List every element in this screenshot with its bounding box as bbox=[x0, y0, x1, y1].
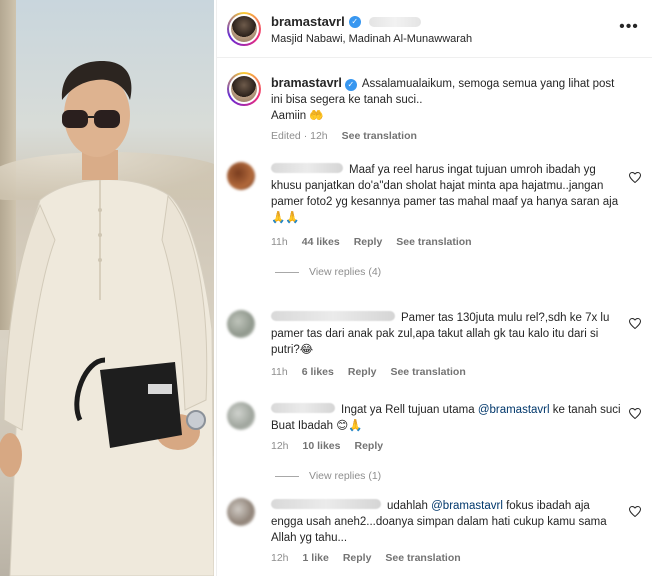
heart-outline-icon[interactable] bbox=[629, 318, 641, 329]
comment-mention-link[interactable]: @bramastavrl bbox=[431, 500, 503, 512]
verified-badge-icon: ✓ bbox=[344, 79, 357, 91]
comment-likes[interactable]: 6 likes bbox=[302, 366, 334, 378]
caption-line-1: Assalamualaikum, semoga semua yang lihat… bbox=[361, 78, 615, 90]
view-replies-button[interactable]: View replies (4) bbox=[275, 266, 381, 278]
comment-likes[interactable]: 1 like bbox=[303, 552, 329, 564]
replies-divider bbox=[275, 271, 299, 273]
author-avatar[interactable] bbox=[227, 12, 261, 46]
comment-time: 11h bbox=[271, 366, 288, 378]
view-replies-button[interactable]: View replies (1) bbox=[275, 470, 381, 482]
caption-see-translation[interactable]: See translation bbox=[342, 130, 417, 142]
instagram-post-panel: bramastavrl ✓ Masjid Nabawi, Madinah Al-… bbox=[216, 0, 652, 576]
heart-outline-icon[interactable] bbox=[629, 172, 641, 183]
comment-body: udahlah bbox=[387, 500, 432, 512]
blurred-commenter-username[interactable] bbox=[271, 403, 335, 413]
comment-reply-button[interactable]: Reply bbox=[343, 552, 372, 564]
caption-line-3: Aamiin 🤲 bbox=[271, 110, 324, 122]
comment-text: udahlah @bramastavrl fokus ibadah aja en… bbox=[271, 498, 623, 546]
post-caption: bramastavrl ✓ Assalamualaikum, semoga semu… bbox=[217, 68, 652, 148]
comment-text: Ingat ya Rell tujuan utama @bramastavrl … bbox=[271, 402, 623, 434]
comment-meta: 12h 10 likes Reply bbox=[271, 440, 383, 452]
blurred-commenter-username[interactable] bbox=[271, 163, 343, 173]
comment-time: 12h bbox=[271, 440, 289, 452]
view-replies-label: View replies (4) bbox=[309, 266, 382, 278]
commenter-avatar[interactable] bbox=[227, 402, 255, 430]
more-options-icon[interactable]: ••• bbox=[619, 19, 639, 35]
comment-text: Pamer tas 130juta mulu rel?,sdh ke 7x lu… bbox=[271, 310, 623, 358]
comment-see-translation[interactable]: See translation bbox=[385, 552, 460, 564]
comment-meta: 11h 6 likes Reply See translation bbox=[271, 366, 466, 378]
commenter-avatar[interactable] bbox=[227, 162, 255, 190]
comment-reply-button[interactable]: Reply bbox=[348, 366, 377, 378]
comment-see-translation[interactable]: See translation bbox=[396, 236, 471, 248]
blurred-commenter-username[interactable] bbox=[271, 499, 381, 509]
comment-meta: 12h 1 like Reply See translation bbox=[271, 552, 461, 564]
comment-likes[interactable]: 10 likes bbox=[303, 440, 341, 452]
comment-body: Ingat ya Rell tujuan utama bbox=[341, 404, 478, 416]
blurred-audio-tag bbox=[368, 16, 421, 27]
comment-time: 12h bbox=[271, 552, 289, 564]
man-in-white-robe-illustration bbox=[0, 61, 214, 576]
replies-divider bbox=[275, 475, 299, 477]
comment-item: Maaf ya reel harus ingat tujuan umroh ib… bbox=[217, 162, 652, 280]
caption-author-avatar[interactable] bbox=[227, 72, 261, 106]
author-username[interactable]: bramastavrl bbox=[271, 14, 345, 29]
comment-body: Maaf ya reel harus ingat tujuan umroh ib… bbox=[271, 164, 619, 224]
author-username-row: bramastavrl ✓ bbox=[271, 14, 421, 29]
comment-see-translation[interactable]: See translation bbox=[390, 366, 465, 378]
caption-edited-time: Edited · 12h bbox=[271, 130, 328, 142]
comment-item: Pamer tas 130juta mulu rel?,sdh ke 7x lu… bbox=[217, 310, 652, 380]
comment-item: Ingat ya Rell tujuan utama @bramastavrl … bbox=[217, 402, 652, 488]
comment-meta: 11h 44 likes Reply See translation bbox=[271, 236, 472, 248]
view-replies-label: View replies (1) bbox=[309, 470, 382, 482]
comment-likes[interactable]: 44 likes bbox=[302, 236, 340, 248]
post-header: bramastavrl ✓ Masjid Nabawi, Madinah Al-… bbox=[217, 0, 652, 58]
comment-reply-button[interactable]: Reply bbox=[354, 440, 383, 452]
comment-time: 11h bbox=[271, 236, 288, 248]
caption-meta: Edited · 12h See translation bbox=[271, 130, 417, 142]
commenter-avatar[interactable] bbox=[227, 310, 255, 338]
heart-outline-icon[interactable] bbox=[629, 408, 641, 419]
heart-outline-icon[interactable] bbox=[629, 506, 641, 517]
comment-reply-button[interactable]: Reply bbox=[354, 236, 383, 248]
post-photo bbox=[0, 0, 214, 576]
blurred-commenter-username[interactable] bbox=[271, 311, 395, 321]
verified-badge-icon: ✓ bbox=[348, 15, 361, 28]
caption-text: bramastavrl ✓ Assalamualaikum, semoga semu… bbox=[271, 75, 631, 124]
caption-line-2: ini bisa segera ke tanah suci.. bbox=[271, 94, 423, 106]
caption-username[interactable]: bramastavrl bbox=[271, 76, 342, 90]
comment-text: Maaf ya reel harus ingat tujuan umroh ib… bbox=[271, 162, 623, 226]
comment-item: udahlah @bramastavrl fokus ibadah aja en… bbox=[217, 498, 652, 572]
comment-mention-link[interactable]: @bramastavrl bbox=[478, 404, 550, 416]
post-location[interactable]: Masjid Nabawi, Madinah Al-Munawwarah bbox=[271, 33, 472, 45]
commenter-avatar[interactable] bbox=[227, 498, 255, 526]
